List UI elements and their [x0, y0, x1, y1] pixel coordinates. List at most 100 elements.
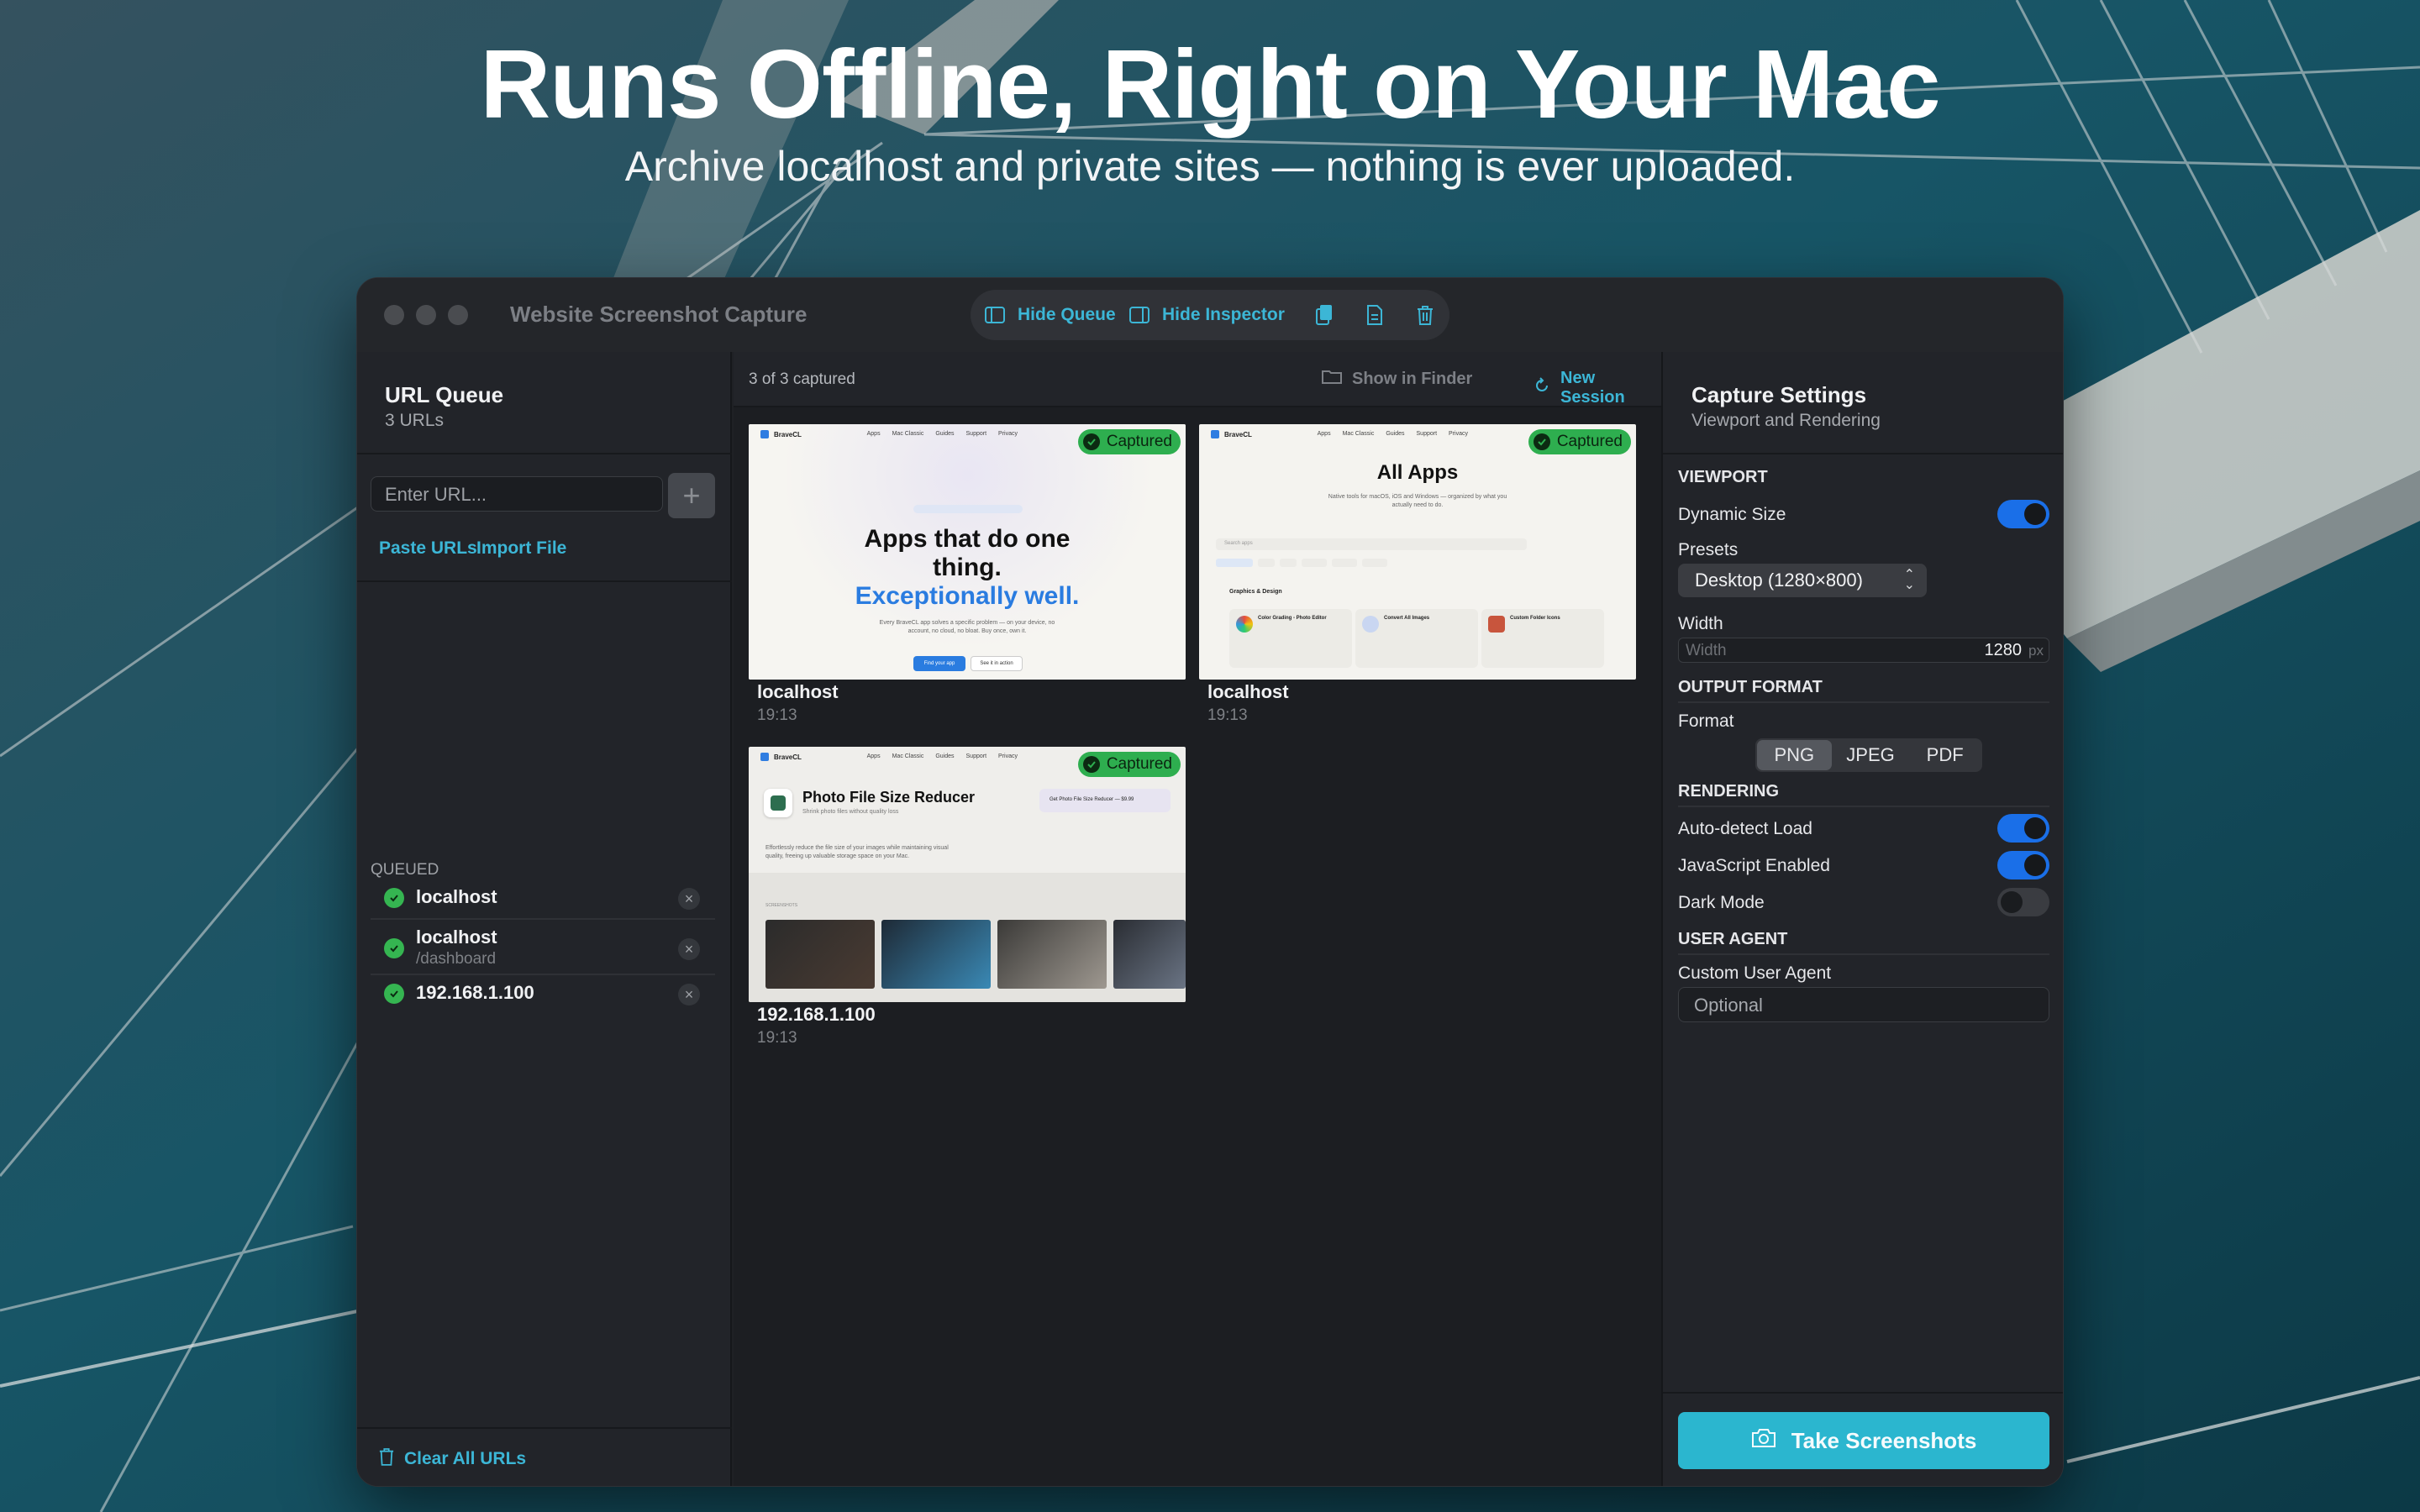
captured-badge: Captured: [1077, 429, 1181, 454]
divider: [357, 1427, 732, 1429]
screenshot-thumbnail[interactable]: BraveCL Apps Mac Classic Guides Support …: [749, 747, 1186, 1002]
preview-body: Effortlessly reduce the file size of you…: [765, 845, 949, 859]
divider: [371, 974, 715, 975]
card-host: localhost: [1207, 681, 1289, 702]
take-screenshots-button[interactable]: Take Screenshots: [1678, 1412, 2049, 1469]
format-option-jpeg[interactable]: JPEG: [1833, 738, 1908, 772]
queue-item[interactable]: 192.168.1.100 ×: [371, 980, 715, 1007]
width-field[interactable]: Width 1280 px: [1678, 638, 2049, 663]
hide-queue-button[interactable]: Hide Queue: [982, 290, 1116, 340]
title-bar: Website Screenshot Capture Hide Queue Hi…: [357, 278, 2063, 352]
preview-body: Native tools for macOS, iOS and Windows …: [1328, 494, 1507, 508]
remove-url-icon[interactable]: ×: [678, 984, 700, 1005]
preview-tagline: Shrink photo files without quality loss: [802, 809, 899, 815]
app-icon: [764, 789, 792, 817]
auto-detect-toggle[interactable]: [1997, 814, 2049, 843]
trash-button[interactable]: [1413, 290, 1438, 340]
preview-brand: BraveCL: [1224, 430, 1252, 438]
preset-value: Desktop (1280×800): [1695, 570, 1863, 591]
viewport-section-header: VIEWPORT: [1678, 468, 1768, 486]
checkmark-icon: [1082, 433, 1100, 450]
show-in-finder-button[interactable]: Show in Finder: [1322, 369, 1472, 389]
divider: [1678, 701, 2049, 703]
import-file-link[interactable]: Import File: [476, 538, 566, 559]
preview-headline: Photo File Size Reducer: [802, 789, 976, 806]
refresh-icon: [1534, 377, 1550, 399]
hide-inspector-button[interactable]: Hide Inspector: [1127, 290, 1285, 340]
plus-icon: +: [682, 478, 701, 512]
sidebar-url-count: 3 URLs: [385, 411, 445, 430]
paste-urls-link[interactable]: Paste URLs: [379, 538, 477, 559]
document-icon: [1362, 302, 1387, 328]
queue-item[interactable]: localhost /dashboard ×: [371, 925, 715, 972]
captured-count: 3 of 3 captured: [749, 370, 855, 388]
divider: [1678, 806, 2049, 807]
preview-headline-accent: Exceptionally well.: [855, 582, 1080, 610]
brand-logo-icon: [1211, 430, 1219, 438]
preview-headline: Apps that do one: [864, 525, 1071, 553]
captured-badge: Captured: [1528, 429, 1631, 454]
preview-nav-item: Mac Classic: [892, 431, 924, 437]
close-window-button[interactable]: [384, 305, 404, 325]
capture-gallery: 3 of 3 captured Show in Finder New Sessi…: [734, 352, 1661, 1486]
preview-body: Every BraveCL app solves a specific prob…: [879, 620, 1055, 634]
divider: [371, 918, 715, 920]
chevron-up-down-icon: ⌃ ⌄: [1903, 568, 1915, 592]
checkmark-circle-icon: [384, 984, 404, 1004]
queue-item[interactable]: localhost ×: [371, 885, 715, 911]
gallery-toolbar: 3 of 3 captured Show in Finder New Sessi…: [734, 352, 1661, 407]
preview-brand: BraveCL: [774, 753, 802, 761]
preview-nav-item: Guides: [935, 753, 955, 759]
remove-url-icon[interactable]: ×: [678, 888, 700, 910]
sidebar-right-icon: [1127, 302, 1152, 328]
hero: Runs Offline, Right on Your Mac Archive …: [0, 34, 2420, 192]
screenshot-thumbnail[interactable]: BraveCL Apps Mac Classic Guides Support …: [1199, 424, 1636, 680]
divider: [357, 453, 732, 454]
dark-mode-toggle[interactable]: [1997, 888, 2049, 916]
badge-label: Captured: [1556, 433, 1623, 450]
checkmark-circle-icon: [384, 888, 404, 908]
javascript-label: JavaScript Enabled: [1678, 856, 1830, 875]
preview-app-card: Color Grading - Photo Editor: [1229, 609, 1352, 668]
zoom-window-button[interactable]: [448, 305, 468, 325]
preview-nav-item: Support: [965, 431, 987, 437]
preview-app-card: Convert All Images: [1355, 609, 1478, 668]
card-time: 19:13: [1207, 706, 1248, 724]
settings-title: Capture Settings: [1691, 382, 1867, 407]
javascript-toggle[interactable]: [1997, 851, 2049, 879]
preview-nav-item: Guides: [935, 431, 955, 437]
preview-brand: BraveCL: [774, 430, 802, 438]
card-host: 192.168.1.100: [757, 1004, 876, 1025]
divider: [357, 580, 732, 582]
take-screenshots-label: Take Screenshots: [1791, 1427, 1977, 1453]
preview-screenshot: [997, 920, 1107, 989]
clear-all-urls-button[interactable]: Clear All URLs: [379, 1447, 526, 1471]
badge-label: Captured: [1106, 755, 1172, 773]
new-session-label: New Session: [1560, 369, 1625, 407]
dynamic-size-toggle[interactable]: [1997, 500, 2049, 528]
presets-select[interactable]: Desktop (1280×800) ⌃ ⌄: [1678, 564, 1927, 597]
queue-item-path: /dashboard: [416, 950, 497, 968]
capture-settings-panel: Capture Settings Viewport and Rendering …: [1661, 352, 2063, 1486]
format-segmented-control: PNG JPEG PDF: [1755, 738, 1982, 772]
preview-nav-item: Apps: [866, 753, 881, 759]
sidebar-left-icon: [982, 302, 1007, 328]
copy-button[interactable]: [1312, 290, 1337, 340]
remove-url-icon[interactable]: ×: [678, 938, 700, 960]
queue-item-host: 192.168.1.100: [416, 982, 534, 1003]
format-option-pdf[interactable]: PDF: [1907, 738, 1982, 772]
format-option-png[interactable]: PNG: [1757, 740, 1832, 770]
preview-screenshot: [1113, 920, 1186, 989]
preview-headline: All Apps: [1376, 461, 1459, 484]
new-session-button[interactable]: New Session: [1534, 369, 1661, 407]
add-url-button[interactable]: +: [668, 473, 715, 518]
minimize-window-button[interactable]: [416, 305, 436, 325]
preview-section-title: Graphics & Design: [1229, 589, 1282, 595]
custom-user-agent-input[interactable]: Optional: [1678, 987, 2049, 1022]
document-button[interactable]: [1362, 290, 1387, 340]
url-input[interactable]: Enter URL...: [371, 476, 663, 512]
user-agent-section-header: USER AGENT: [1678, 930, 1788, 948]
dark-mode-label: Dark Mode: [1678, 893, 1765, 912]
brand-logo-icon: [760, 753, 769, 761]
screenshot-thumbnail[interactable]: BraveCL Apps Mac Classic Guides Support …: [749, 424, 1186, 680]
